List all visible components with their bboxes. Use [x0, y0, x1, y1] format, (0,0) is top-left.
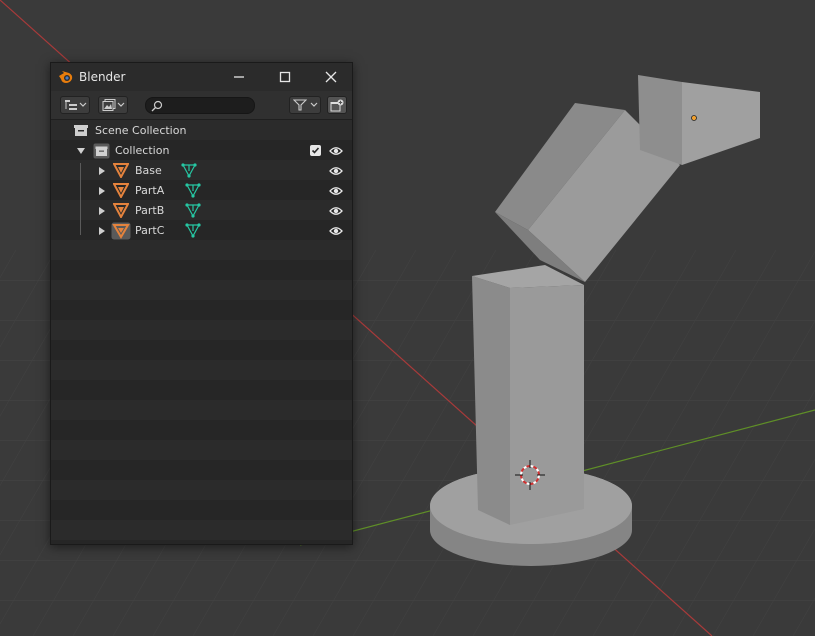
blender-logo-icon	[59, 71, 73, 83]
mesh-object-icon	[113, 203, 129, 218]
new-collection-button[interactable]	[327, 96, 347, 114]
new-collection-icon	[330, 99, 344, 112]
minimize-icon	[234, 76, 244, 78]
maximize-icon	[279, 71, 291, 83]
eye-icon[interactable]	[329, 146, 343, 156]
close-button[interactable]	[319, 67, 343, 87]
maximize-button[interactable]	[273, 67, 297, 87]
eye-icon[interactable]	[329, 206, 343, 216]
mesh-data-icon[interactable]	[185, 223, 201, 238]
object-row-parta[interactable]: PartA	[51, 181, 352, 201]
checkbox-icon[interactable]	[310, 145, 321, 156]
object-origin-point[interactable]	[691, 115, 697, 121]
eye-icon[interactable]	[329, 166, 343, 176]
expand-triangle-icon[interactable]	[99, 167, 105, 175]
window-titlebar[interactable]: Blender	[51, 63, 352, 92]
mesh-data-icon[interactable]	[181, 163, 197, 178]
scene-collection-row[interactable]: Scene Collection	[51, 121, 352, 141]
chevron-down-icon	[117, 102, 125, 107]
mesh-data-icon[interactable]	[185, 183, 201, 198]
display-mode-dropdown[interactable]	[60, 96, 90, 114]
outliner-display-mode-icon	[65, 100, 77, 110]
chevron-down-icon	[79, 102, 87, 107]
eye-icon[interactable]	[329, 186, 343, 196]
outliner-window: Blender Scene Collection Collection Base…	[50, 62, 353, 545]
chevron-down-icon	[310, 102, 318, 107]
expand-triangle-icon[interactable]	[99, 207, 105, 215]
collection-box-icon	[93, 143, 110, 159]
object-label: PartB	[135, 204, 165, 217]
mesh-part-a	[472, 265, 584, 525]
eye-icon[interactable]	[329, 226, 343, 236]
filter-dropdown[interactable]	[289, 96, 321, 114]
mesh-object-icon	[113, 163, 129, 178]
mesh-object-icon	[111, 222, 131, 240]
scene-collection-label: Scene Collection	[95, 124, 187, 137]
collapse-triangle-icon[interactable]	[77, 148, 85, 154]
object-row-base[interactable]: Base	[51, 161, 352, 181]
search-input[interactable]	[166, 99, 250, 112]
expand-triangle-icon[interactable]	[99, 227, 105, 235]
mesh-data-icon[interactable]	[185, 203, 201, 218]
minimize-button[interactable]	[227, 67, 251, 87]
outliner-header	[51, 91, 352, 120]
outliner-tree[interactable]: Scene Collection Collection Base PartA P…	[51, 120, 352, 544]
window-title: Blender	[79, 70, 126, 84]
mesh-object-icon	[113, 183, 129, 198]
filter-funnel-icon	[293, 99, 307, 111]
scene-collection-icon	[74, 125, 88, 136]
search-icon	[151, 100, 163, 112]
collection-row[interactable]: Collection	[51, 141, 352, 161]
close-icon	[325, 71, 337, 83]
expand-triangle-icon[interactable]	[99, 187, 105, 195]
search-field[interactable]	[145, 97, 255, 114]
object-row-partc[interactable]: PartC	[51, 221, 352, 241]
collection-label: Collection	[115, 144, 170, 157]
view-layer-icon	[102, 99, 116, 111]
object-label: PartA	[135, 184, 165, 197]
view-layer-dropdown[interactable]	[98, 96, 128, 114]
object-label: PartC	[135, 224, 165, 237]
object-label: Base	[135, 164, 162, 177]
object-row-partb[interactable]: PartB	[51, 201, 352, 221]
